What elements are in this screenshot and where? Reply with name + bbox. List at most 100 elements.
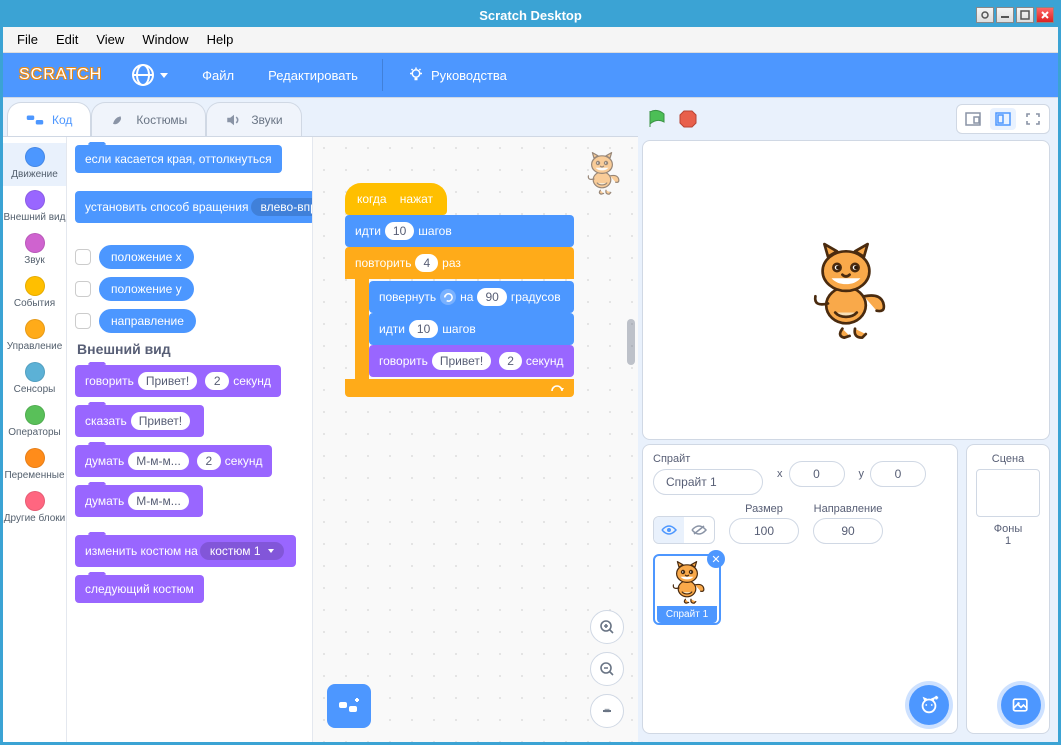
- sprite-info-row: Спрайт x y: [642, 444, 1050, 734]
- tab-sounds[interactable]: Звуки: [206, 102, 301, 136]
- menu-file[interactable]: File: [9, 29, 46, 50]
- stage-thumbnail[interactable]: [976, 469, 1040, 517]
- stage-fullscreen[interactable]: [1020, 108, 1046, 130]
- category-events[interactable]: События: [3, 272, 66, 315]
- show-sprite-button[interactable]: [654, 517, 684, 543]
- hide-sprite-button[interactable]: [684, 517, 714, 543]
- menu-edit[interactable]: Edit: [48, 29, 86, 50]
- sprite-y-input[interactable]: [870, 461, 926, 487]
- block-repeat[interactable]: повторить 4 раз повернуть на 90: [345, 247, 574, 397]
- block-say[interactable]: сказать Привет!: [75, 405, 204, 437]
- rotation-style-dropdown[interactable]: влево-вправо: [251, 198, 313, 216]
- think-text-input[interactable]: М-м-м...: [128, 452, 189, 470]
- category-sensing[interactable]: Сенсоры: [3, 358, 66, 401]
- category-myblocks[interactable]: Другие блоки: [3, 487, 66, 530]
- btn-close[interactable]: [1036, 7, 1054, 23]
- think-secs-input[interactable]: 2: [197, 452, 221, 470]
- block-say-for-secs[interactable]: говорить Привет! 2 секунд: [75, 365, 281, 397]
- block-move-steps[interactable]: идти 10 шагов: [369, 313, 574, 345]
- reporter-x-position[interactable]: положение x: [99, 245, 194, 269]
- checkbox-x-position[interactable]: [75, 249, 91, 265]
- category-variables[interactable]: Переменные: [3, 444, 66, 487]
- sprite-watermark-icon: [580, 151, 624, 195]
- language-selector[interactable]: [122, 58, 178, 92]
- stop-button[interactable]: [678, 109, 698, 129]
- add-sprite-button[interactable]: [909, 685, 949, 725]
- costume-dropdown[interactable]: костюм 1: [200, 542, 284, 560]
- steps-input[interactable]: 10: [385, 222, 414, 240]
- reporter-y-position[interactable]: положение y: [99, 277, 194, 301]
- label-sprite: Спрайт: [653, 453, 763, 465]
- category-sound[interactable]: Звук: [3, 229, 66, 272]
- sprite-size-input[interactable]: [729, 518, 799, 544]
- category-label: Другие блоки: [3, 513, 66, 524]
- btn-shade[interactable]: [976, 7, 994, 23]
- menu-help[interactable]: Help: [199, 29, 242, 50]
- scratch-logo[interactable]: SCRATCH: [13, 66, 108, 84]
- add-extension-button[interactable]: [327, 684, 371, 728]
- window-title: Scratch Desktop: [479, 8, 582, 23]
- degrees-input[interactable]: 90: [477, 288, 506, 306]
- say-secs-input[interactable]: 2: [499, 352, 522, 370]
- category-motion[interactable]: Движение: [3, 143, 66, 186]
- menu-window[interactable]: Window: [134, 29, 196, 50]
- think-text-input[interactable]: М-м-м...: [128, 492, 189, 510]
- sprite-direction-input[interactable]: [813, 518, 883, 544]
- menu-view[interactable]: View: [88, 29, 132, 50]
- block-turn-right[interactable]: повернуть на 90 градусов: [369, 281, 574, 313]
- repeat-foot: [345, 379, 574, 397]
- zoom-in-button[interactable]: [590, 610, 624, 644]
- delete-sprite-button[interactable]: ✕: [707, 550, 725, 568]
- block-say-for-secs[interactable]: говорить Привет! 2 секунд: [369, 345, 574, 377]
- header-edit[interactable]: Редактировать: [258, 62, 368, 89]
- category-control[interactable]: Управление: [3, 315, 66, 358]
- block-palette[interactable]: если касается края, оттолкнуться установ…: [67, 137, 313, 742]
- stage-size-large[interactable]: [990, 108, 1016, 130]
- steps-input[interactable]: 10: [409, 320, 438, 338]
- block-switch-costume[interactable]: изменить костюм на костюм 1: [75, 535, 296, 567]
- tab-costumes[interactable]: Костюмы: [91, 102, 206, 136]
- workspace-scrollbar-v[interactable]: [626, 141, 636, 738]
- scrollbar-thumb[interactable]: [627, 319, 635, 365]
- block-move-steps[interactable]: идти 10 шагов: [345, 215, 574, 247]
- block-next-costume[interactable]: следующий костюм: [75, 575, 204, 603]
- checkbox-direction[interactable]: [75, 313, 91, 329]
- block-think-for-secs[interactable]: думать М-м-м... 2 секунд: [75, 445, 272, 477]
- script-workspace[interactable]: когда нажат идти 10 шагов повторить: [313, 137, 638, 742]
- btn-maximize[interactable]: [1016, 7, 1034, 23]
- block-edge-bounce[interactable]: если касается края, оттолкнуться: [75, 145, 282, 173]
- header-file[interactable]: Файл: [192, 62, 244, 89]
- block-set-rotation-style[interactable]: установить способ вращения влево-вправо: [75, 191, 313, 223]
- stage-size-small[interactable]: [960, 108, 986, 130]
- tab-code[interactable]: Код: [7, 102, 91, 136]
- repeat-count-input[interactable]: 4: [415, 254, 438, 272]
- say-text-input[interactable]: Привет!: [138, 372, 197, 390]
- backdrops-label: Фоны: [994, 523, 1022, 535]
- category-operators[interactable]: Операторы: [3, 401, 66, 444]
- btn-minimize[interactable]: [996, 7, 1014, 23]
- block-when-flag-clicked[interactable]: когда нажат: [345, 183, 447, 215]
- say-text-input[interactable]: Привет!: [131, 412, 190, 430]
- sprite-thumbnail: [663, 560, 711, 604]
- sprite-on-stage[interactable]: [801, 240, 891, 340]
- say-secs-input[interactable]: 2: [205, 372, 229, 390]
- green-flag-button[interactable]: [646, 108, 668, 130]
- zoom-reset-button[interactable]: =: [590, 694, 624, 728]
- say-text-input[interactable]: Привет!: [432, 352, 491, 370]
- block-think[interactable]: думать М-м-м...: [75, 485, 203, 517]
- sprite-tile[interactable]: ✕ Спрайт 1: [653, 554, 721, 625]
- add-backdrop-button[interactable]: [1001, 685, 1041, 725]
- visibility-toggle: [653, 516, 715, 544]
- category-label: События: [3, 298, 66, 309]
- category-looks[interactable]: Внешний вид: [3, 186, 66, 229]
- zoom-controls: =: [590, 610, 624, 728]
- sprite-x-input[interactable]: [789, 461, 845, 487]
- script-stack[interactable]: когда нажат идти 10 шагов повторить: [345, 183, 574, 397]
- zoom-out-button[interactable]: [590, 652, 624, 686]
- sprite-name-input[interactable]: [653, 469, 763, 495]
- header-tutorials[interactable]: Руководства: [397, 60, 517, 90]
- image-plus-icon: [1011, 695, 1031, 715]
- reporter-direction[interactable]: направление: [99, 309, 196, 333]
- checkbox-y-position[interactable]: [75, 281, 91, 297]
- stage[interactable]: [642, 140, 1050, 440]
